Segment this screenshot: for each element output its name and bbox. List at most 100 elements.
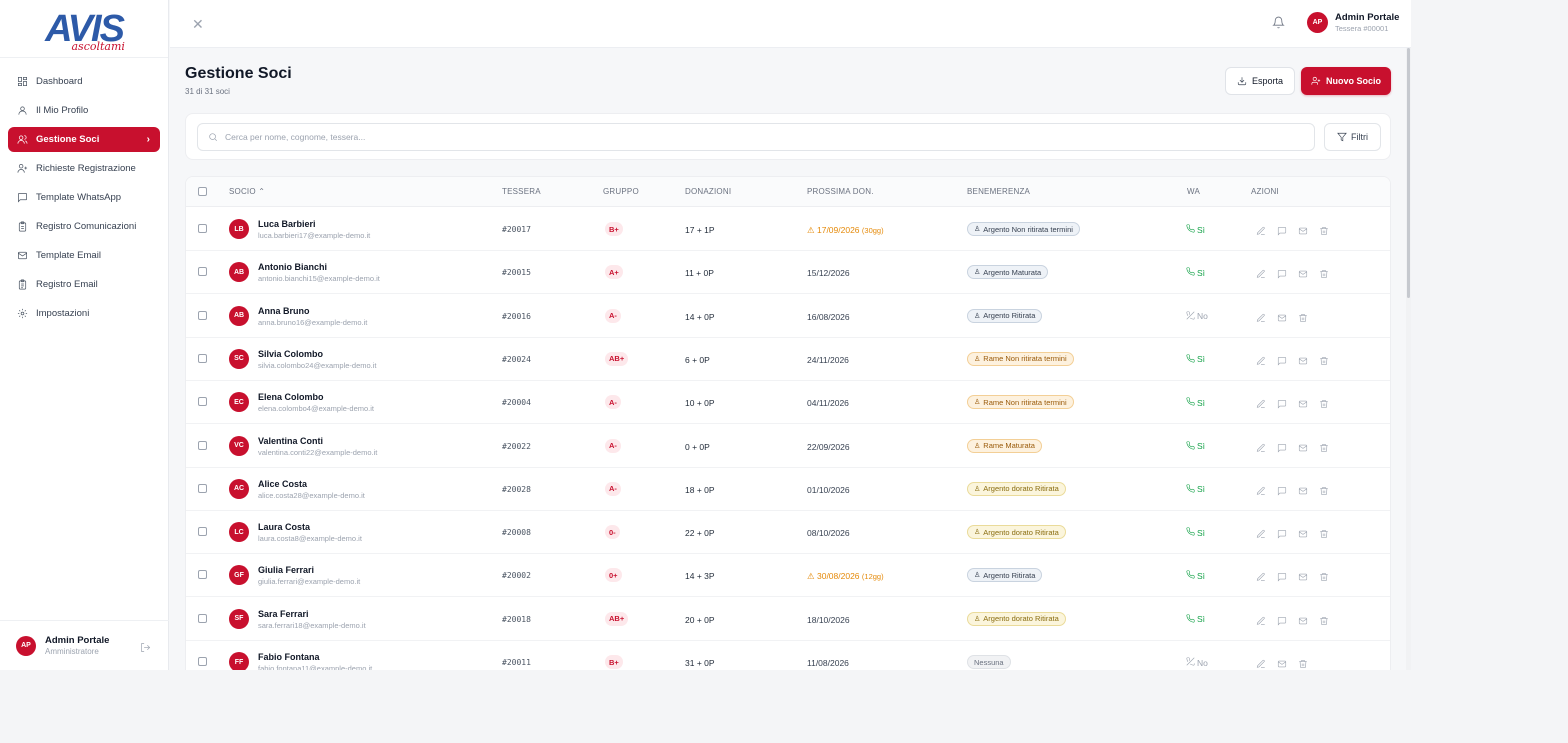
edit-icon[interactable]	[1256, 569, 1266, 582]
edit-icon[interactable]	[1256, 526, 1266, 538]
logout-icon[interactable]	[140, 640, 151, 652]
row-checkbox[interactable]	[198, 310, 207, 320]
edit-icon[interactable]	[1256, 353, 1266, 365]
trash-icon[interactable]	[1319, 483, 1329, 495]
trash-icon[interactable]	[1319, 396, 1329, 408]
edit-icon[interactable]	[1256, 266, 1266, 279]
member-name[interactable]: Sara Ferrari	[258, 609, 309, 619]
export-button[interactable]: Esporta	[1225, 67, 1295, 95]
mail-icon[interactable]	[1277, 656, 1287, 668]
mail-icon[interactable]	[1298, 353, 1308, 365]
table-row[interactable]: GF Giulia Ferrari giulia.ferrari@example-d…	[186, 554, 1390, 598]
trash-icon[interactable]	[1319, 353, 1329, 365]
member-name[interactable]: Fabio Fontana	[258, 652, 320, 662]
row-checkbox[interactable]	[198, 570, 207, 580]
whatsapp-message-icon[interactable]	[1277, 266, 1287, 279]
whatsapp-message-icon[interactable]	[1277, 613, 1287, 626]
mail-icon[interactable]	[1298, 266, 1308, 278]
sidebar-item-gestione-soci[interactable]: Gestione Soci ›	[8, 127, 160, 152]
row-checkbox[interactable]	[198, 267, 207, 277]
edit-icon[interactable]	[1256, 656, 1266, 668]
select-all-checkbox[interactable]	[198, 187, 207, 196]
sidebar-item-il-mio-profilo[interactable]: Il Mio Profilo	[8, 98, 160, 123]
mail-icon[interactable]	[1298, 396, 1308, 408]
table-row[interactable]: SF Sara Ferrari sara.ferrari18@example-dem…	[186, 598, 1390, 641]
table-row[interactable]: AB Anna Bruno anna.bruno16@example-demo.it…	[186, 295, 1390, 338]
edit-icon[interactable]	[1256, 613, 1266, 625]
table-row[interactable]: LB Luca Barbieri luca.barbieri17@example-d…	[186, 208, 1390, 251]
trash-icon[interactable]	[1298, 310, 1308, 322]
trash-icon[interactable]	[1319, 440, 1329, 452]
row-checkbox[interactable]	[198, 224, 207, 233]
award-badge: ♙ Argento Ritirata	[967, 568, 1043, 583]
mail-icon[interactable]	[1298, 483, 1308, 495]
trash-icon[interactable]	[1319, 569, 1329, 582]
edit-icon[interactable]	[1256, 310, 1266, 322]
edit-icon[interactable]	[1256, 483, 1266, 495]
whatsapp-message-icon[interactable]	[1277, 396, 1287, 409]
member-name[interactable]: Giulia Ferrari	[258, 565, 314, 575]
edit-icon[interactable]	[1256, 440, 1266, 452]
trash-icon[interactable]	[1319, 223, 1329, 235]
filters-button[interactable]: Filtri	[1324, 123, 1381, 151]
mail-icon[interactable]	[1298, 223, 1308, 235]
whatsapp-message-icon[interactable]	[1277, 483, 1287, 496]
mail-icon[interactable]	[1298, 440, 1308, 451]
new-member-button[interactable]: Nuovo Socio	[1301, 67, 1391, 95]
member-name[interactable]: Valentina Conti	[258, 436, 323, 446]
bell-icon[interactable]	[1272, 16, 1286, 30]
row-checkbox[interactable]	[198, 397, 207, 407]
member-name[interactable]: Antonio Bianchi	[258, 262, 327, 272]
sidebar-item-richieste-registrazione[interactable]: Richieste Registrazione	[8, 156, 160, 181]
whatsapp-message-icon[interactable]	[1277, 353, 1287, 366]
search-field[interactable]	[197, 123, 1315, 151]
row-checkbox[interactable]	[198, 483, 207, 493]
close-icon[interactable]: ✕	[192, 16, 204, 33]
table-row[interactable]: LC Laura Costa laura.costa8@example-demo.i…	[186, 511, 1390, 555]
table-row[interactable]: SC Silvia Colombo silvia.colombo24@example…	[186, 338, 1390, 381]
search-input[interactable]	[225, 132, 1125, 142]
scrollbar-thumb[interactable]	[1407, 48, 1410, 298]
user-menu[interactable]: AP Admin Portale Tessera #00001	[1307, 12, 1399, 33]
trash-icon[interactable]	[1319, 526, 1329, 538]
edit-icon[interactable]	[1256, 223, 1266, 235]
mail-icon[interactable]	[1298, 526, 1308, 538]
member-name[interactable]: Alice Costa	[258, 479, 307, 489]
sidebar-item-registro-email[interactable]: Registro Email	[8, 272, 160, 297]
row-checkbox[interactable]	[198, 353, 207, 363]
column-socio[interactable]: SOCIO ⌃	[229, 187, 265, 196]
table-row[interactable]: AC Alice Costa alice.costa28@example-demo.…	[186, 468, 1390, 511]
sidebar-item-registro-comunicazioni[interactable]: Registro Comunicazioni	[8, 214, 160, 239]
mail-icon[interactable]	[1298, 569, 1308, 581]
member-name[interactable]: Luca Barbieri	[258, 219, 316, 229]
mail-icon[interactable]	[1277, 310, 1287, 321]
row-checkbox[interactable]	[198, 527, 207, 537]
row-checkbox[interactable]	[198, 613, 207, 623]
avis-logo[interactable]: AVIS ascoltami	[0, 0, 168, 58]
member-name[interactable]: Laura Costa	[258, 522, 310, 532]
row-checkbox[interactable]	[198, 657, 207, 666]
whatsapp-message-icon[interactable]	[1277, 223, 1287, 236]
table-row[interactable]: VC Valentina Conti valentina.conti22@examp…	[186, 425, 1390, 468]
sidebar-item-template-whatsapp[interactable]: Template WhatsApp	[8, 185, 160, 210]
mail-icon[interactable]	[1298, 613, 1308, 624]
row-checkbox[interactable]	[198, 440, 207, 450]
trash-icon[interactable]	[1319, 266, 1329, 278]
blood-group-badge: B+	[605, 655, 623, 669]
scrollbar[interactable]	[1406, 48, 1411, 670]
whatsapp-message-icon[interactable]	[1277, 440, 1287, 453]
whatsapp-message-icon[interactable]	[1277, 526, 1287, 539]
trash-icon[interactable]	[1298, 656, 1308, 668]
member-name[interactable]: Anna Bruno	[258, 306, 310, 316]
member-name[interactable]: Silvia Colombo	[258, 349, 323, 359]
trash-icon[interactable]	[1319, 613, 1329, 625]
table-row[interactable]: FF Fabio Fontana fabio.fontana11@example-d…	[186, 641, 1390, 670]
whatsapp-message-icon[interactable]	[1277, 569, 1287, 582]
sidebar-item-impostazioni[interactable]: Impostazioni	[8, 301, 160, 326]
table-row[interactable]: AB Antonio Bianchi antonio.bianchi15@examp…	[186, 251, 1390, 295]
member-name[interactable]: Elena Colombo	[258, 392, 324, 402]
table-row[interactable]: EC Elena Colombo elena.colombo4@example-de…	[186, 381, 1390, 425]
sidebar-item-template-email[interactable]: Template Email	[8, 243, 160, 268]
edit-icon[interactable]	[1256, 396, 1266, 408]
sidebar-item-dashboard[interactable]: Dashboard	[8, 69, 160, 94]
